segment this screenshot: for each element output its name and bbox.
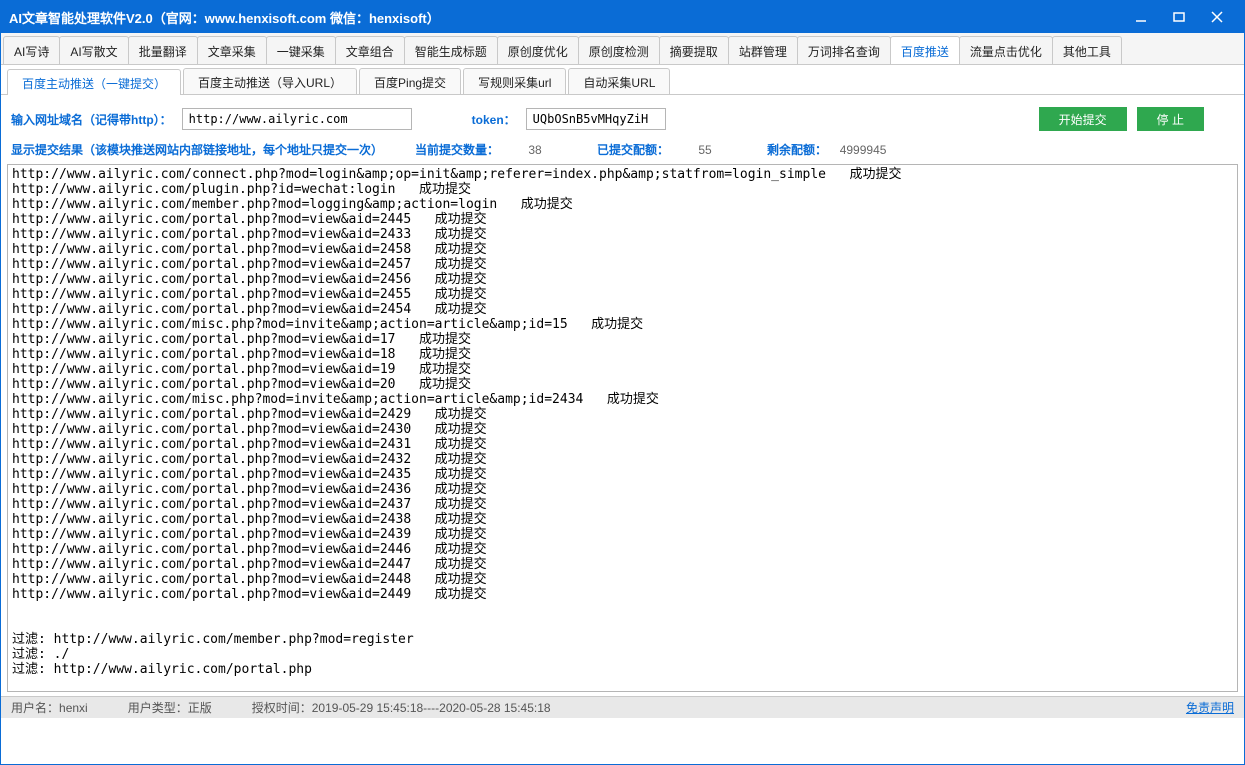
auth-info: 授权时间：2019-05-29 15:45:18----2020-05-28 1… [252,699,551,716]
main-tab-1[interactable]: AI写散文 [59,36,128,64]
main-tab-12[interactable]: 百度推送 [890,36,960,64]
sub-tab-2[interactable]: 百度Ping提交 [359,68,461,94]
window-title: AI文章智能处理软件V2.0（官网：www.henxisoft.com 微信：h… [9,8,1122,27]
sub-tab-3[interactable]: 写规则采集url [463,68,566,94]
remain-label: 剩余配额： [767,141,827,158]
main-tab-4[interactable]: 一键采集 [266,36,336,64]
maximize-button[interactable] [1160,5,1198,29]
main-tab-3[interactable]: 文章采集 [197,36,267,64]
user-info: 用户名：henxi [11,699,88,716]
token-label: token： [472,111,516,128]
remain-value: 4999945 [833,143,893,157]
minimize-button[interactable] [1122,5,1160,29]
submitted-label: 已提交配额： [597,141,669,158]
result-label: 显示提交结果（该模块推送网站内部链接地址，每个地址只提交一次） [11,141,383,158]
url-input[interactable] [182,108,412,130]
main-tab-9[interactable]: 摘要提取 [659,36,729,64]
main-tab-5[interactable]: 文章组合 [335,36,405,64]
token-input[interactable] [526,108,666,130]
input-row: 输入网址域名（记得带http）： token： 开始提交 停 止 [1,95,1244,141]
stop-button[interactable]: 停 止 [1137,107,1204,131]
url-label: 输入网址域名（记得带http）： [11,111,172,128]
main-tab-13[interactable]: 流量点击优化 [959,36,1053,64]
main-tab-8[interactable]: 原创度检测 [578,36,660,64]
current-value: 38 [505,143,565,157]
sub-tabs: 百度主动推送（一键提交）百度主动推送（导入URL）百度Ping提交写规则采集ur… [1,65,1244,95]
status-bar: 用户名：henxi 用户类型：正版 授权时间：2019-05-29 15:45:… [1,696,1244,718]
main-tab-0[interactable]: AI写诗 [3,36,60,64]
stats-row: 显示提交结果（该模块推送网站内部链接地址，每个地址只提交一次） 当前提交数量： … [1,141,1244,164]
submitted-value: 55 [675,143,735,157]
sub-tab-0[interactable]: 百度主动推送（一键提交） [7,69,181,95]
current-label: 当前提交数量： [415,141,499,158]
main-tab-6[interactable]: 智能生成标题 [404,36,498,64]
type-info: 用户类型：正版 [128,699,212,716]
titlebar: AI文章智能处理软件V2.0（官网：www.henxisoft.com 微信：h… [1,1,1244,33]
sub-tab-4[interactable]: 自动采集URL [568,68,670,94]
log-output[interactable]: http://www.ailyric.com/connect.php?mod=l… [7,164,1238,692]
main-tab-2[interactable]: 批量翻译 [128,36,198,64]
close-button[interactable] [1198,5,1236,29]
main-tab-11[interactable]: 万词排名查询 [797,36,891,64]
main-tab-7[interactable]: 原创度优化 [497,36,579,64]
sub-tab-1[interactable]: 百度主动推送（导入URL） [183,68,357,94]
main-tab-14[interactable]: 其他工具 [1052,36,1122,64]
start-button[interactable]: 开始提交 [1039,107,1127,131]
license-link[interactable]: 免责声明 [1186,699,1234,716]
main-tabs: AI写诗AI写散文批量翻译文章采集一键采集文章组合智能生成标题原创度优化原创度检… [1,33,1244,65]
main-tab-10[interactable]: 站群管理 [728,36,798,64]
